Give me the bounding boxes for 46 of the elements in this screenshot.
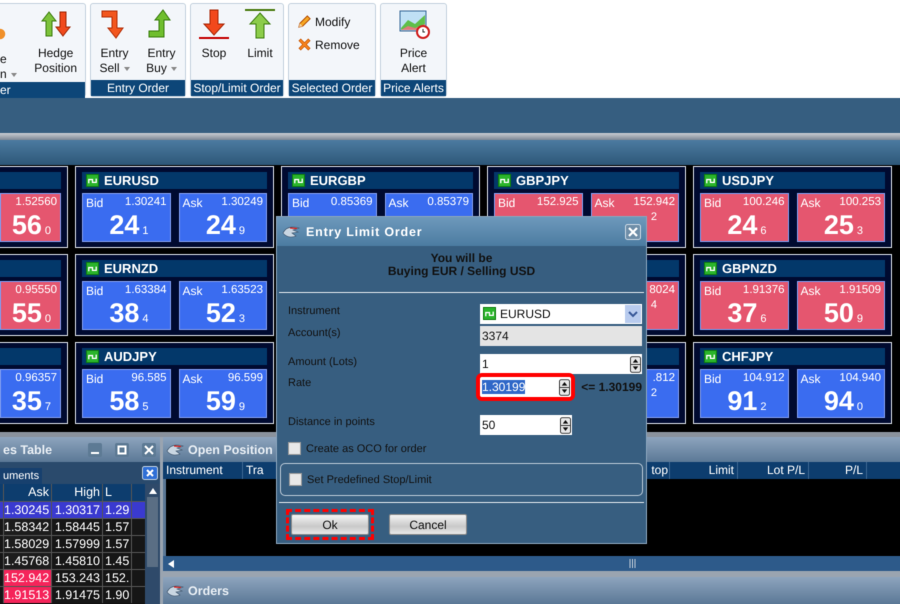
order-summary: Buying EUR / Selling USD (388, 265, 536, 278)
instrument-name: EURUSD (104, 173, 159, 188)
field-label: Instrument (288, 304, 341, 317)
field-label: Amount (Lots) (288, 355, 358, 368)
button-label: Buy (146, 61, 177, 76)
group-label: er (0, 82, 85, 98)
button-label: Entry (100, 46, 128, 61)
button-label: Entry (147, 46, 176, 61)
panel-title: Open Position (188, 442, 273, 456)
button-label: Limit (247, 46, 273, 61)
table-cell: 152.942 (4, 570, 52, 586)
group-label: Stop/Limit Order (191, 80, 283, 96)
instrument-name: CHFJPY (722, 349, 774, 364)
account-field: 3374 (480, 326, 642, 346)
table-cell: 1.90 (103, 587, 132, 603)
instrument-name: AUDJPY (104, 349, 157, 364)
button-label: Alert (401, 61, 426, 76)
button-label: Price (400, 46, 428, 61)
table-cell: 1.30245 (4, 502, 52, 518)
button-label: Position (34, 61, 77, 76)
order-summary: You will be (430, 252, 492, 265)
button-label: Stop (202, 46, 226, 61)
instrument-name: EURNZD (104, 261, 158, 276)
field-label: Account(s) (288, 326, 342, 339)
group-label: Entry Order (91, 80, 185, 96)
instrument-name: USDJPY (722, 173, 774, 188)
button-label: Sell (99, 61, 130, 76)
panel-title: es Table (3, 442, 52, 456)
table-cell: 1.91475 (52, 587, 103, 603)
panel-title: Orders (188, 584, 229, 598)
field-label: Rate (288, 376, 312, 389)
button-label: n (0, 67, 17, 82)
instrument-name: EURGBP (310, 173, 366, 188)
instrument-name: GBPJPY (516, 173, 569, 188)
group-label: Selected Order (289, 80, 375, 96)
table-cell: 1.45768 (4, 553, 52, 569)
table-cell: 1.58029 (4, 536, 52, 552)
instrument-name: GBPNZD (722, 261, 777, 276)
dialog-title: Entry Limit Order (306, 224, 422, 238)
button-label: Hedge (38, 46, 74, 61)
market-rate: <= 1.30199 (581, 380, 642, 394)
table-cell: 1.58342 (4, 519, 52, 535)
field-label: Distance in points (288, 415, 376, 428)
table-cell: 1.91513 (4, 587, 52, 603)
button-label: e (0, 52, 7, 67)
group-label: Price Alerts (381, 80, 446, 96)
